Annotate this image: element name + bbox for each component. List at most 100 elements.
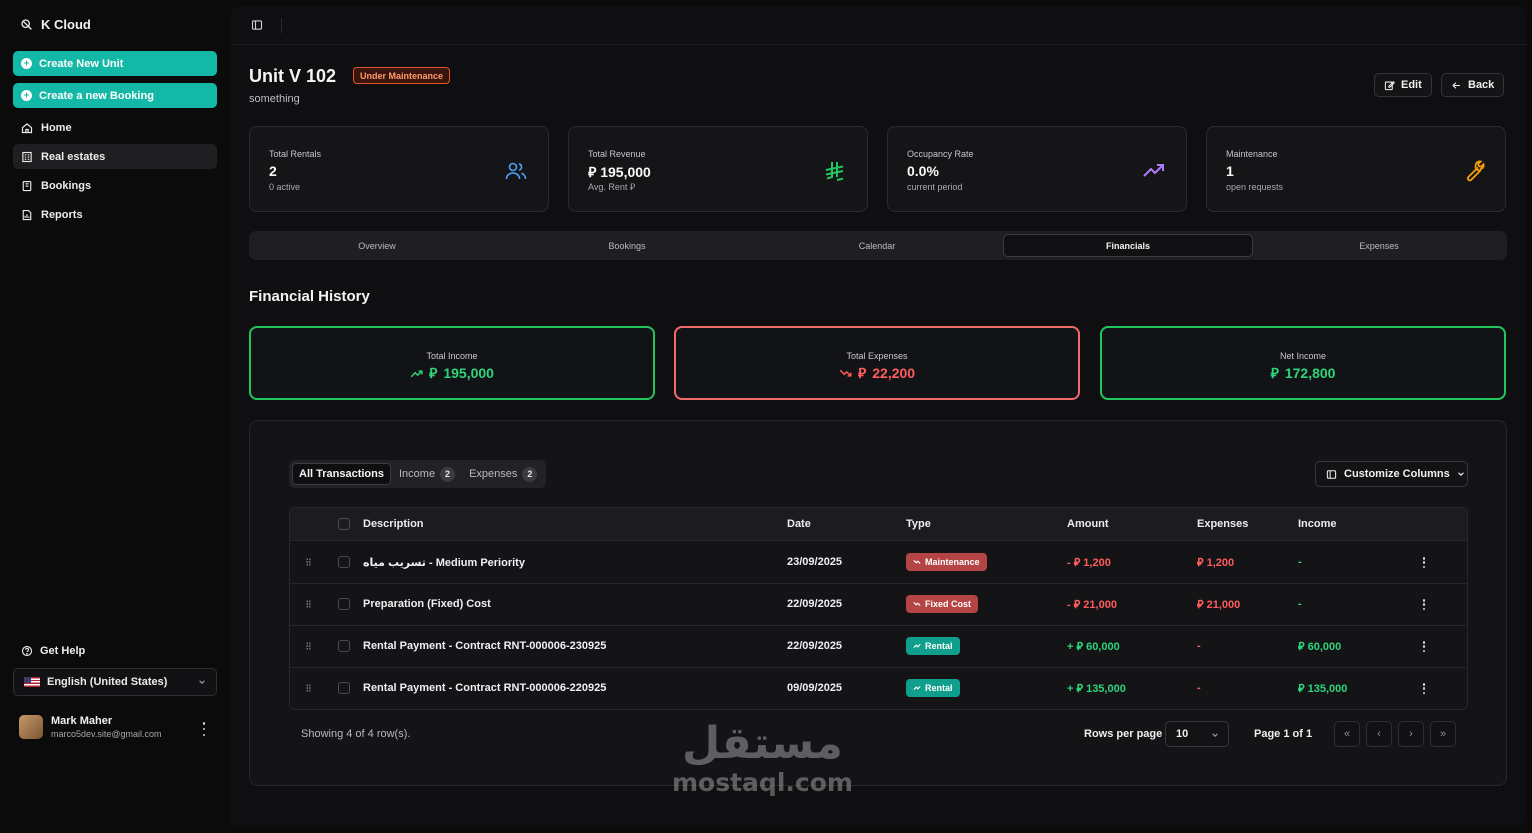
stat-sub: 0 active [269,182,301,192]
get-help-link[interactable]: Get Help [21,645,85,657]
rows-per-page-value: 10 [1176,728,1189,740]
row-actions-icon[interactable] [1422,683,1426,694]
next-page-button[interactable]: › [1398,721,1424,747]
riyal-icon: ⃁ [1270,365,1279,381]
stat-label: Occupancy Rate [907,149,974,159]
row-checkbox[interactable] [338,556,350,568]
nav-bookings[interactable]: Bookings [13,173,217,198]
nav-reports-label: Reports [41,208,83,221]
row-actions-icon[interactable] [1422,557,1426,568]
row-checkbox[interactable] [338,682,350,694]
us-flag-icon [24,677,40,687]
drag-handle-icon[interactable] [306,558,311,566]
stat-sub: open requests [1226,182,1284,192]
type-badge: Rental [906,679,960,697]
summary-value: ⃁ 172,800 [1102,364,1504,382]
prev-page-button[interactable]: ‹ [1366,721,1392,747]
column-header-income[interactable]: Income [1298,518,1337,530]
stat-total-revenue: Total Revenue ⃁ 195,000 Avg. Rent ⃁ [568,126,868,212]
user-profile[interactable]: Mark Maher marco5dev.site@gmail.com [19,715,162,739]
total-expenses-card: Total Expenses ⃁ 22,200 [674,326,1080,400]
stat-maintenance: Maintenance 1 open requests [1206,126,1506,212]
row-actions-icon[interactable] [1422,641,1426,652]
building-icon [22,151,32,162]
create-booking-button[interactable]: + Create a new Booking [13,83,217,108]
transaction-filters: All Transactions Income 2 Expenses 2 [289,460,547,488]
nav-bookings-label: Bookings [41,179,92,192]
unit-description: something [249,93,300,105]
stat-sub-text: Avg. Rent [588,182,628,192]
row-actions-icon[interactable] [1422,599,1426,610]
edit-label: Edit [1401,79,1422,91]
summary-value: ⃁ 195,000 [251,364,653,382]
filter-all-transactions[interactable]: All Transactions [292,463,391,485]
report-icon [22,209,32,220]
column-header-type[interactable]: Type [906,518,931,530]
drag-handle-icon[interactable] [306,600,311,608]
filter-income[interactable]: Income 2 [393,463,461,485]
wrench-icon [1467,160,1485,182]
cell-date: 23/09/2025 [787,556,843,568]
stat-value-number: 195,000 [600,164,651,180]
trending-up-icon [410,369,423,377]
nav-reports[interactable]: Reports [13,202,217,227]
page-info: Page 1 of 1 [1254,728,1313,740]
nav-real-estates[interactable]: Real estates [13,144,217,169]
summary-label: Net Income [1279,351,1327,361]
drag-handle-icon[interactable] [306,642,311,650]
edit-button[interactable]: Edit [1374,73,1432,97]
status-badge: Under Maintenance [353,67,451,84]
back-button[interactable]: Back [1441,73,1505,97]
row-checkbox[interactable] [338,640,350,652]
sidebar-toggle-icon[interactable] [251,19,263,31]
tab-financials[interactable]: Financials [1003,234,1253,257]
page-title: Unit V 102 [249,66,337,86]
summary-label: Total Income [426,351,478,361]
count-badge: 2 [440,466,456,482]
table-row[interactable]: Rental Payment - Contract RNT-000006-230… [290,626,1467,668]
tab-expenses[interactable]: Expenses [1254,234,1504,257]
user-name: Mark Maher [51,715,113,727]
stat-value: 1 [1226,163,1234,179]
users-icon [505,162,527,180]
language-select[interactable]: English (United States) [13,668,217,696]
row-checkbox[interactable] [338,598,350,610]
column-header-expenses[interactable]: Expenses [1197,518,1248,530]
user-menu-icon[interactable] [200,722,208,736]
brand[interactable]: K Cloud [20,17,91,32]
select-all-checkbox[interactable] [338,518,350,530]
tabs: Overview Bookings Calendar Financials Ex… [249,231,1507,260]
columns-icon [1326,469,1337,479]
column-header-amount[interactable]: Amount [1067,518,1109,530]
tab-bookings[interactable]: Bookings [502,234,752,257]
customize-columns-button[interactable]: Customize Columns [1315,461,1468,487]
drag-handle-icon[interactable] [306,684,311,692]
table-row[interactable]: Rental Payment - Contract RNT-000006-220… [290,668,1467,709]
type-badge: Fixed Cost [906,595,979,613]
create-unit-button[interactable]: + Create New Unit [13,51,217,76]
tab-overview[interactable]: Overview [252,234,502,257]
stat-sub: current period [907,182,963,192]
cell-income: - [1298,556,1302,568]
column-header-date[interactable]: Date [787,518,811,530]
trending-up-icon [913,644,921,648]
type-badge: Maintenance [906,553,987,571]
trending-down-icon [839,369,852,377]
chevrons-left-icon: « [1343,728,1351,740]
first-page-button[interactable]: « [1334,721,1360,747]
plus-circle-icon: + [21,90,32,101]
table-row[interactable]: Preparation (Fixed) Cost 22/09/2025 Fixe… [290,584,1467,626]
sidebar: K Cloud + Create New Unit + Create a new… [0,0,230,833]
column-header-description[interactable]: Description [363,518,424,530]
last-page-button[interactable]: » [1430,721,1456,747]
rows-per-page-select[interactable]: 10 [1165,721,1229,747]
filter-expenses[interactable]: Expenses 2 [463,463,543,485]
avatar [19,715,43,739]
cell-date: 22/09/2025 [787,598,843,610]
cell-amount: + ⃁ 135,000 [1067,683,1126,695]
nav-home[interactable]: Home [13,115,217,140]
arrow-left-icon [1452,81,1460,89]
user-email: marco5dev.site@gmail.com [51,729,162,739]
tab-calendar[interactable]: Calendar [752,234,1002,257]
table-row[interactable]: تسريب مياه - Medium Periority 23/09/2025… [290,542,1467,584]
